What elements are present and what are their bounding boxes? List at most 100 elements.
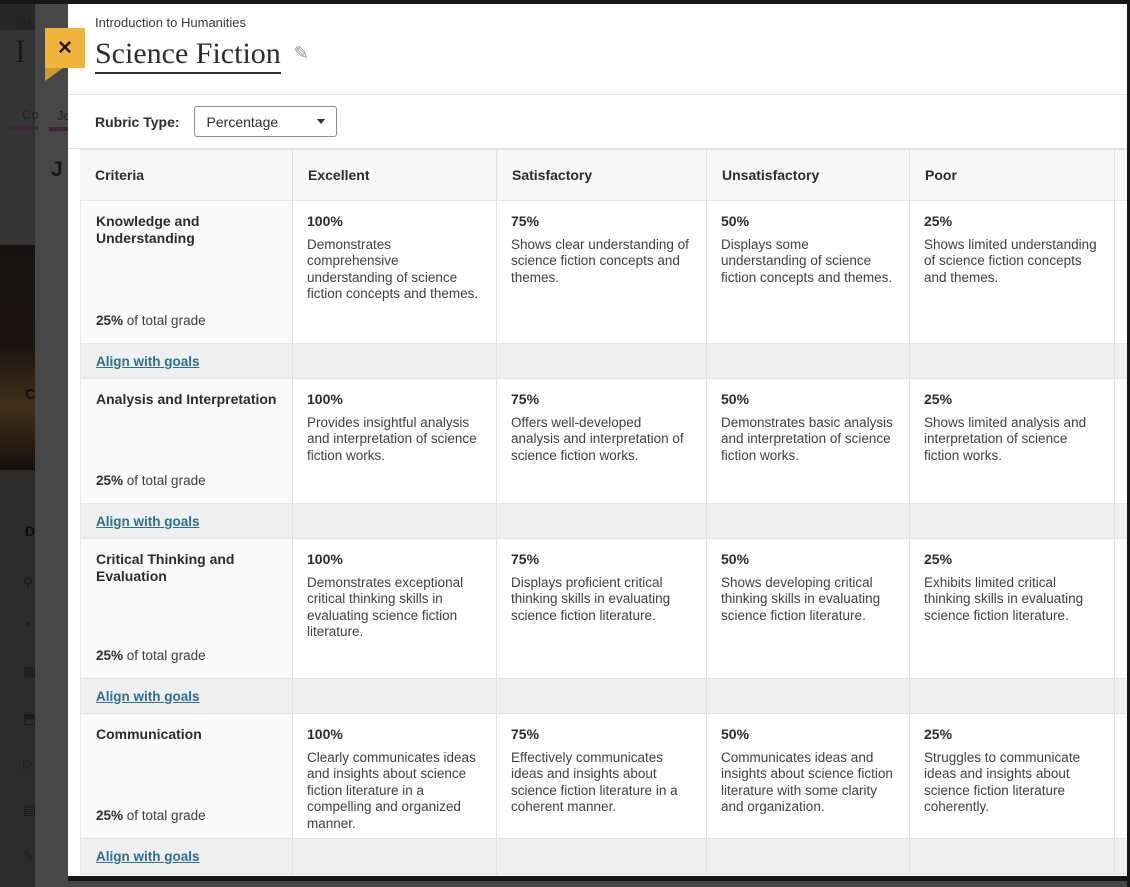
background-tab-underline <box>49 127 68 131</box>
criterion-weight: 25% <box>96 313 123 328</box>
align-goals-row <box>497 344 707 379</box>
rating-cell-overflow <box>1115 539 1127 679</box>
rating-cell[interactable]: 100% Clearly communicates ideas and insi… <box>293 714 497 839</box>
rating-description: Demonstrates exceptional critical thinki… <box>307 575 483 641</box>
align-goals-row <box>1115 504 1127 539</box>
align-goals-row <box>910 504 1115 539</box>
align-goals-row <box>707 839 910 875</box>
align-goals-row <box>293 344 497 379</box>
align-with-goals-link[interactable]: Align with goals <box>96 689 200 704</box>
rating-cell-overflow <box>1115 201 1127 344</box>
align-goals-row <box>707 679 910 714</box>
rating-percent: 50% <box>721 213 896 229</box>
rating-cell[interactable]: 75% Offers well-developed analysis and i… <box>497 379 707 504</box>
clock-icon: ◔ <box>23 616 31 632</box>
align-goals-row: Align with goals <box>80 344 293 379</box>
rating-description: Communicates ideas and insights about sc… <box>721 750 896 816</box>
column-header-poor: Poor <box>910 149 1115 201</box>
criterion-weight: 25% <box>96 473 123 488</box>
rating-cell[interactable]: 50% Demonstrates basic analysis and inte… <box>707 379 910 504</box>
rating-percent: 25% <box>924 213 1101 229</box>
rating-description: Effectively communicates ideas and insig… <box>511 750 693 816</box>
video-icon: ▷ <box>23 755 34 772</box>
align-goals-row <box>497 679 707 714</box>
rating-description: Shows limited understanding of science f… <box>924 237 1101 286</box>
lock-icon: ⬒ <box>23 710 36 727</box>
course-banner-image <box>0 245 35 470</box>
rubric-table: Criteria Excellent Satisfactory Unsatisf… <box>80 149 1127 875</box>
criterion-cell[interactable]: Analysis and Interpretation 25% of total… <box>80 379 293 504</box>
align-goals-row <box>1115 344 1127 379</box>
criterion-name: Knowledge and Understanding <box>96 213 277 246</box>
align-goals-row <box>293 839 497 875</box>
align-goals-row <box>707 504 910 539</box>
align-goals-row <box>1115 679 1127 714</box>
rating-percent: 25% <box>924 551 1101 567</box>
align-goals-row <box>910 344 1115 379</box>
rubric-type-select[interactable]: Percentage <box>194 106 337 137</box>
modal-scrim <box>35 0 68 887</box>
column-header-satisfactory: Satisfactory <box>497 149 707 201</box>
rating-cell[interactable]: 75% Effectively communicates ideas and i… <box>497 714 707 839</box>
background-tab-underline <box>10 126 38 130</box>
image-icon: ▦ <box>23 663 36 680</box>
rating-cell[interactable]: 25% Shows limited understanding of scien… <box>910 201 1115 344</box>
rating-cell[interactable]: 75% Shows clear understanding of science… <box>497 201 707 344</box>
align-goals-row: Align with goals <box>80 679 293 714</box>
rating-description: Displays proficient critical thinking sk… <box>511 575 693 624</box>
align-with-goals-link[interactable]: Align with goals <box>96 354 200 369</box>
rubric-title[interactable]: Science Fiction <box>95 37 281 74</box>
align-goals-row <box>293 504 497 539</box>
person-icon: ⚲ <box>23 574 33 591</box>
rating-cell[interactable]: 25% Exhibits limited critical thinking s… <box>910 539 1115 679</box>
rubric-editor-screen: hu I Co Jo J C D ⚲ ◔ ▦ ⬒ ▷ ▤ ✎ Introduct… <box>0 0 1130 887</box>
background-heading-letter: J <box>51 158 63 182</box>
rating-description: Displays some understanding of science f… <box>721 237 896 286</box>
rating-description: Demonstrates comprehensive understanding… <box>307 237 483 303</box>
rating-description: Exhibits limited critical thinking skill… <box>924 575 1101 624</box>
rating-cell[interactable]: 100% Demonstrates comprehensive understa… <box>293 201 497 344</box>
rating-cell[interactable]: 50% Communicates ideas and insights abou… <box>707 714 910 839</box>
align-goals-row <box>293 679 497 714</box>
edit-title-icon[interactable]: ✎ <box>294 43 309 64</box>
rating-cell[interactable]: 75% Displays proficient critical thinkin… <box>497 539 707 679</box>
criterion-weight-suffix: of total grade <box>123 648 206 663</box>
column-header-criteria: Criteria <box>80 149 293 201</box>
rating-percent: 50% <box>721 391 896 407</box>
criterion-weight-suffix: of total grade <box>123 313 206 328</box>
background-page-title-letter: I <box>15 34 26 71</box>
align-with-goals-link[interactable]: Align with goals <box>96 514 200 529</box>
criterion-cell[interactable]: Critical Thinking and Evaluation 25% of … <box>80 539 293 679</box>
background-tab-content: Co <box>22 107 39 122</box>
rating-percent: 100% <box>307 391 483 407</box>
rating-description: Shows developing critical thinking skill… <box>721 575 896 624</box>
align-goals-row: Align with goals <box>80 504 293 539</box>
rating-description: Offers well-developed analysis and inter… <box>511 415 693 464</box>
rubric-panel: Introduction to Humanities Science Ficti… <box>68 4 1127 881</box>
rating-cell[interactable]: 50% Displays some understanding of scien… <box>707 201 910 344</box>
align-goals-row <box>910 679 1115 714</box>
rating-description: Struggles to communicate ideas and insig… <box>924 750 1101 816</box>
column-header-overflow <box>1115 149 1127 201</box>
align-goals-row <box>707 344 910 379</box>
criterion-cell[interactable]: Communication 25% of total grade <box>80 714 293 839</box>
pencil-icon: ✎ <box>23 848 35 865</box>
rating-cell-overflow <box>1115 379 1127 504</box>
criterion-name: Critical Thinking and Evaluation <box>96 551 277 584</box>
align-with-goals-link[interactable]: Align with goals <box>96 849 200 864</box>
rating-cell[interactable]: 50% Shows developing critical thinking s… <box>707 539 910 679</box>
rating-description: Shows clear understanding of science fic… <box>511 237 693 286</box>
rating-cell[interactable]: 100% Demonstrates exceptional critical t… <box>293 539 497 679</box>
rating-cell[interactable]: 100% Provides insightful analysis and in… <box>293 379 497 504</box>
rating-percent: 25% <box>924 726 1101 742</box>
chevron-down-icon <box>317 119 325 124</box>
align-goals-row: Align with goals <box>80 839 293 875</box>
align-goals-row <box>1115 839 1127 875</box>
rating-percent: 75% <box>511 551 693 567</box>
background-course-code: hu <box>16 15 30 30</box>
rating-cell[interactable]: 25% Struggles to communicate ideas and i… <box>910 714 1115 839</box>
rating-cell[interactable]: 25% Shows limited analysis and interpret… <box>910 379 1115 504</box>
criterion-cell[interactable]: Knowledge and Understanding 25% of total… <box>80 201 293 344</box>
close-button[interactable]: ✕ <box>45 28 85 68</box>
rating-percent: 50% <box>721 551 896 567</box>
